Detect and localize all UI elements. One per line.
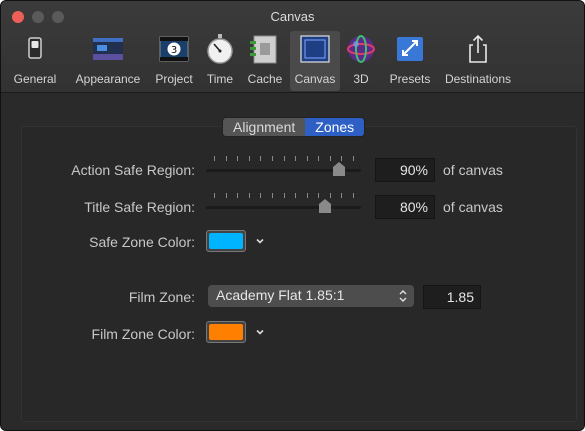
up-down-arrows-icon — [399, 290, 407, 302]
toolbar-item-3d[interactable]: 3D — [342, 31, 380, 91]
film-zone-label: Film Zone: — [128, 289, 195, 305]
memory-icon — [250, 35, 277, 64]
preferences-window: Canvas General Appearance 3 Project Time… — [0, 0, 585, 431]
slider-tick — [307, 156, 308, 161]
slider-tick — [214, 193, 215, 198]
slider-tick — [260, 193, 261, 198]
title-safe-slider[interactable] — [206, 191, 361, 215]
action-safe-label: Action Safe Region: — [71, 162, 195, 178]
slider-track — [206, 206, 361, 209]
slider-tick — [318, 156, 319, 161]
toolbar-item-label: Cache — [247, 72, 283, 86]
toolbar-item-appearance[interactable]: Appearance — [67, 31, 149, 91]
tab-selector: Alignment Zones — [222, 117, 366, 137]
toolbar-item-project[interactable]: 3 Project — [149, 31, 199, 91]
toolbar-item-label: 3D — [353, 72, 369, 86]
toolbar-item-label: Project — [155, 72, 193, 86]
switch-icon — [28, 37, 42, 59]
film-zone-selected: Academy Flat 1.85:1 — [216, 287, 345, 303]
safe-zone-color-label: Safe Zone Color: — [89, 234, 195, 250]
action-safe-value-field[interactable]: 90% — [375, 158, 435, 182]
slider-tick — [272, 193, 273, 198]
toolbar-item-label: Presets — [389, 72, 431, 86]
slider-tick — [214, 156, 215, 161]
canvas-grid-icon — [300, 35, 330, 63]
toolbar-item-time[interactable]: Time — [199, 31, 241, 91]
toolbar-item-presets[interactable]: Presets — [384, 31, 436, 91]
slider-tick — [353, 193, 354, 198]
film-project-icon: 3 — [159, 36, 189, 62]
slider-tick — [272, 156, 273, 161]
toolbar-item-label: Time — [206, 72, 234, 86]
film-zone-color-label: Film Zone Color: — [91, 326, 195, 342]
appearance-icon — [93, 38, 123, 60]
slider-tick — [226, 156, 227, 161]
title-safe-label: Title Safe Region: — [84, 199, 195, 215]
toolbar-item-label: General — [13, 72, 57, 86]
stopwatch-icon — [207, 34, 233, 64]
slider-thumb[interactable] — [331, 161, 347, 177]
slider-tick — [226, 193, 227, 198]
slider-tick — [237, 156, 238, 161]
action-safe-slider[interactable] — [206, 154, 361, 178]
safe-zone-color-swatch — [209, 233, 243, 249]
slider-tick — [249, 156, 250, 161]
slider-tick — [260, 156, 261, 161]
window-title: Canvas — [270, 9, 315, 24]
toolbar-item-general[interactable]: General — [5, 31, 65, 91]
film-zone-color-well[interactable] — [206, 321, 246, 343]
canvas-preferences-content: Alignment Zones Action Safe Region: 90% … — [1, 93, 584, 430]
chevron-down-icon[interactable] — [254, 235, 266, 247]
preferences-toolbar: General Appearance 3 Project Time Cache … — [1, 31, 584, 91]
slider-tick — [295, 193, 296, 198]
action-safe-unit: of canvas — [443, 162, 503, 178]
slider-tick — [284, 156, 285, 161]
title-safe-value-field[interactable]: 80% — [375, 195, 435, 219]
svg-text:3: 3 — [171, 45, 177, 56]
tab-zones[interactable]: Zones — [305, 118, 365, 136]
toolbar-item-cache[interactable]: Cache — [241, 31, 289, 91]
toolbar-item-canvas[interactable]: Canvas — [290, 31, 340, 91]
tab-alignment[interactable]: Alignment — [223, 118, 306, 136]
presets-icon — [397, 37, 423, 61]
safe-zone-color-well[interactable] — [206, 230, 246, 252]
sphere-3d-icon — [347, 35, 375, 63]
film-zone-ratio-field[interactable]: 1.85 — [423, 285, 481, 309]
slider-tick — [307, 193, 308, 198]
title-safe-unit: of canvas — [443, 199, 503, 215]
slider-tick — [249, 193, 250, 198]
slider-tick — [341, 193, 342, 198]
toolbar-item-label: Destinations — [444, 72, 512, 86]
toolbar-item-label: Canvas — [294, 72, 336, 86]
slider-thumb[interactable] — [317, 198, 333, 214]
share-icon — [469, 34, 487, 63]
film-zone-popup[interactable]: Academy Flat 1.85:1 — [208, 285, 414, 307]
slider-tick — [237, 193, 238, 198]
slider-tick — [295, 156, 296, 161]
slider-tick — [284, 193, 285, 198]
toolbar-item-destinations[interactable]: Destinations — [438, 31, 518, 91]
title-bar: Canvas General Appearance 3 Project Time… — [1, 1, 584, 93]
slider-tick — [353, 156, 354, 161]
toolbar-item-label: Appearance — [75, 72, 141, 86]
film-zone-color-swatch — [209, 324, 243, 340]
chevron-down-icon[interactable] — [254, 326, 266, 338]
